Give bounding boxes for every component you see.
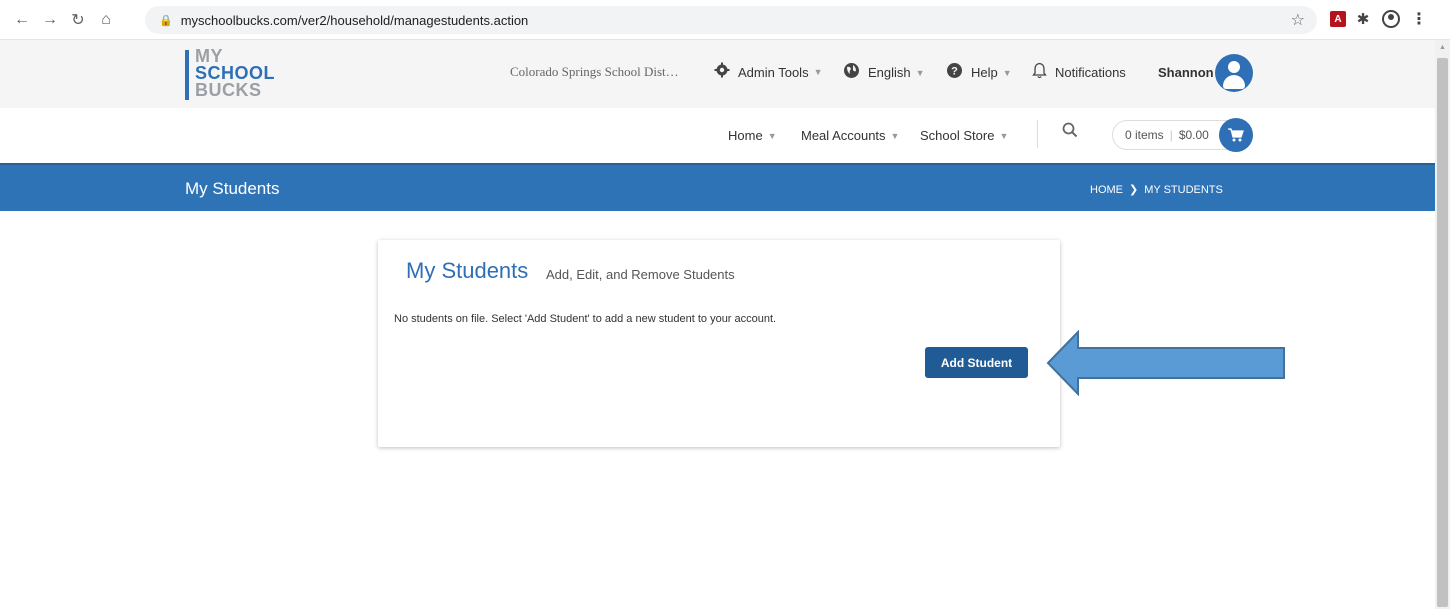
admin-tools-menu[interactable]: Admin Tools ▼ <box>714 62 823 82</box>
cart-total: $0.00 <box>1178 128 1209 142</box>
chevron-down-icon: ▼ <box>999 130 1009 141</box>
help-menu[interactable]: ? Help ▼ <box>946 62 1012 83</box>
breadcrumb-current: MY STUDENTS <box>1144 183 1223 196</box>
bell-icon <box>1032 62 1047 83</box>
myschoolbucks-logo[interactable]: MY SCHOOL BUCKS <box>185 46 285 102</box>
nav-meal-accounts-label: Meal Accounts <box>801 128 886 143</box>
main-navigation: Home ▼ Meal Accounts ▼ School Store ▼ 0 … <box>0 108 1435 163</box>
forward-arrow-icon[interactable]: → <box>36 6 64 34</box>
user-name[interactable]: Shannon <box>1158 65 1214 80</box>
site-header: MY SCHOOL BUCKS Colorado Springs School … <box>0 40 1435 108</box>
address-bar[interactable]: 🔒 myschoolbucks.com/ver2/household/manag… <box>145 6 1317 34</box>
card-title: My Students <box>406 258 529 283</box>
breadcrumb-chevron-icon: ❯ <box>1129 184 1139 196</box>
extensions-puzzle-icon[interactable]: ✱ <box>1352 8 1374 30</box>
lock-icon: 🔒 <box>159 14 173 27</box>
user-avatar-icon[interactable] <box>1215 54 1253 92</box>
scroll-up-arrow-icon[interactable]: ▲ <box>1435 40 1450 55</box>
chevron-down-icon: ▼ <box>915 67 925 78</box>
help-icon: ? <box>946 62 963 83</box>
empty-state-message: No students on file. Select 'Add Student… <box>394 313 777 325</box>
svg-text:?: ? <box>951 66 958 78</box>
logo-line-my: MY <box>195 46 223 66</box>
annotation-arrow-icon <box>1046 330 1285 396</box>
nav-home-label: Home <box>728 128 763 143</box>
notifications-link[interactable]: Notifications <box>1032 62 1126 83</box>
language-menu[interactable]: English ▼ <box>843 62 925 83</box>
reload-icon[interactable]: ↻ <box>64 6 92 34</box>
search-icon[interactable] <box>1062 122 1078 143</box>
students-card: My Students Add, Edit, and Remove Studen… <box>378 240 1060 447</box>
back-arrow-icon[interactable]: ← <box>8 6 36 34</box>
shopping-cart-icon[interactable] <box>1219 118 1253 152</box>
page-scrollbar[interactable]: ▲ <box>1435 40 1450 609</box>
breadcrumb-home[interactable]: HOME <box>1090 184 1123 196</box>
globe-icon <box>843 62 860 83</box>
card-subtitle: Add, Edit, and Remove Students <box>546 267 735 282</box>
gear-icon <box>714 62 730 82</box>
notifications-label: Notifications <box>1055 65 1126 80</box>
district-selector[interactable]: Colorado Springs School Dist… <box>510 64 679 80</box>
page-title-bar: My Students HOME ❯ MY STUDENTS <box>0 163 1435 211</box>
scrollbar-thumb[interactable] <box>1437 58 1448 607</box>
language-label: English <box>868 65 911 80</box>
cart-items-count: 0 items <box>1125 128 1164 142</box>
home-icon[interactable]: ⌂ <box>92 6 120 34</box>
pdf-extension-icon[interactable]: A <box>1330 11 1346 27</box>
logo-line-bucks: BUCKS <box>195 80 262 100</box>
chevron-down-icon: ▼ <box>813 67 823 77</box>
profile-icon[interactable] <box>1380 8 1402 30</box>
cart-summary[interactable]: 0 items | $0.00 <box>1112 118 1253 152</box>
nav-divider <box>1037 120 1038 148</box>
admin-tools-label: Admin Tools <box>738 64 809 80</box>
help-label: Help <box>971 65 998 80</box>
browser-menu-icon[interactable]: ⋮ <box>1408 8 1430 30</box>
add-student-button[interactable]: Add Student <box>925 347 1028 378</box>
chevron-down-icon: ▼ <box>1002 67 1012 78</box>
logo-line-school: SCHOOL <box>195 63 276 83</box>
nav-school-store-label: School Store <box>920 128 995 143</box>
bookmark-star-icon[interactable]: ☆ <box>1291 10 1305 30</box>
browser-toolbar: ← → ↻ ⌂ 🔒 myschoolbucks.com/ver2/househo… <box>0 0 1450 40</box>
page-title: My Students <box>185 179 280 198</box>
nav-home[interactable]: Home ▼ <box>728 128 777 143</box>
breadcrumb: HOME ❯ MY STUDENTS <box>1090 183 1223 197</box>
nav-meal-accounts[interactable]: Meal Accounts ▼ <box>801 128 899 143</box>
url-text: myschoolbucks.com/ver2/household/manages… <box>180 12 529 28</box>
nav-school-store[interactable]: School Store ▼ <box>920 128 1008 143</box>
chevron-down-icon: ▼ <box>767 130 777 141</box>
chevron-down-icon: ▼ <box>890 130 900 141</box>
